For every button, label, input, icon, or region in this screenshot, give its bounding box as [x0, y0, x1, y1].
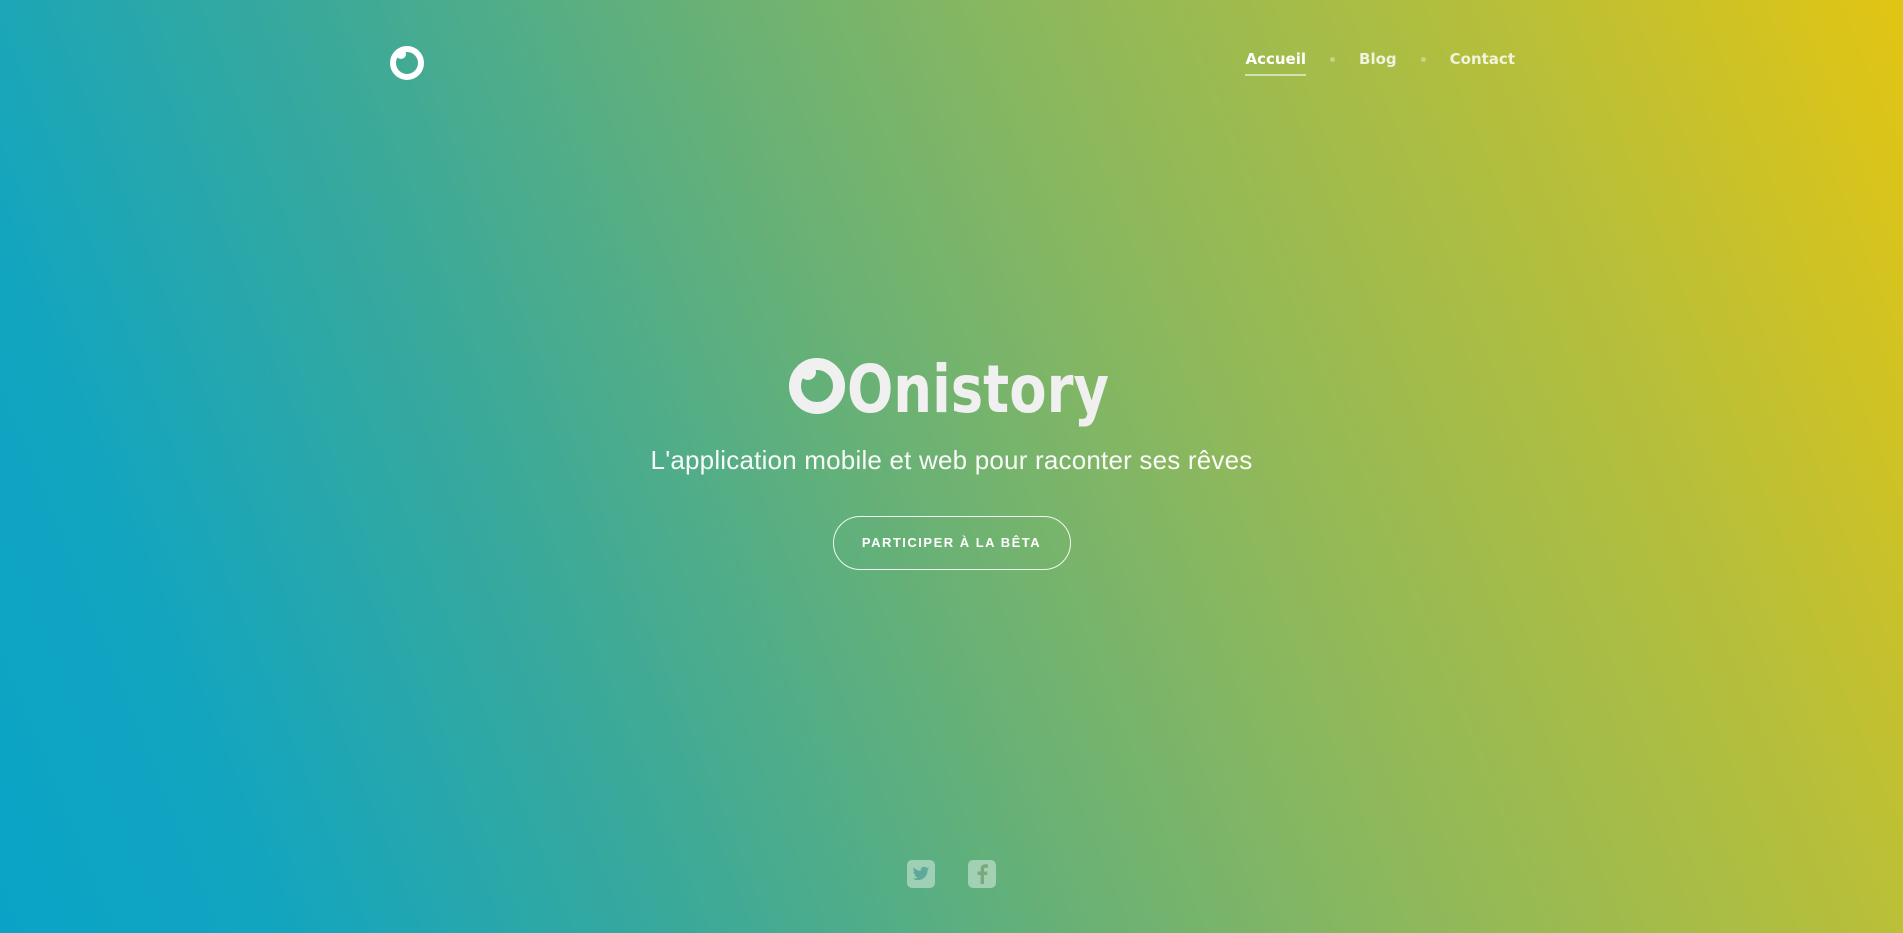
hero-tagline: L'application mobile et web pour raconte…: [650, 445, 1253, 475]
logo-icon[interactable]: [389, 45, 425, 81]
nav-separator: [1330, 56, 1336, 62]
nav-item-contact[interactable]: Contact: [1450, 50, 1515, 76]
beta-signup-button[interactable]: PARTICIPER À LA BÊTA: [832, 516, 1071, 570]
brand-logo-o-icon: [788, 358, 845, 414]
twitter-icon: [912, 866, 930, 881]
main-nav: Accueil Blog Contact: [1245, 50, 1515, 76]
facebook-icon: [977, 864, 988, 884]
nav-item-accueil[interactable]: Accueil: [1245, 50, 1306, 76]
nav-separator: [1420, 56, 1426, 62]
twitter-link[interactable]: [907, 860, 935, 888]
hero-section: Onistory L'application mobile et web pou…: [0, 350, 1903, 570]
social-links: [0, 860, 1903, 888]
brand-logo-text: Onistory: [847, 351, 1109, 428]
site-header: Accueil Blog Contact: [0, 0, 1903, 125]
nav-item-blog[interactable]: Blog: [1359, 50, 1397, 76]
brand-logo: Onistory: [788, 351, 1109, 428]
facebook-link[interactable]: [968, 860, 996, 888]
